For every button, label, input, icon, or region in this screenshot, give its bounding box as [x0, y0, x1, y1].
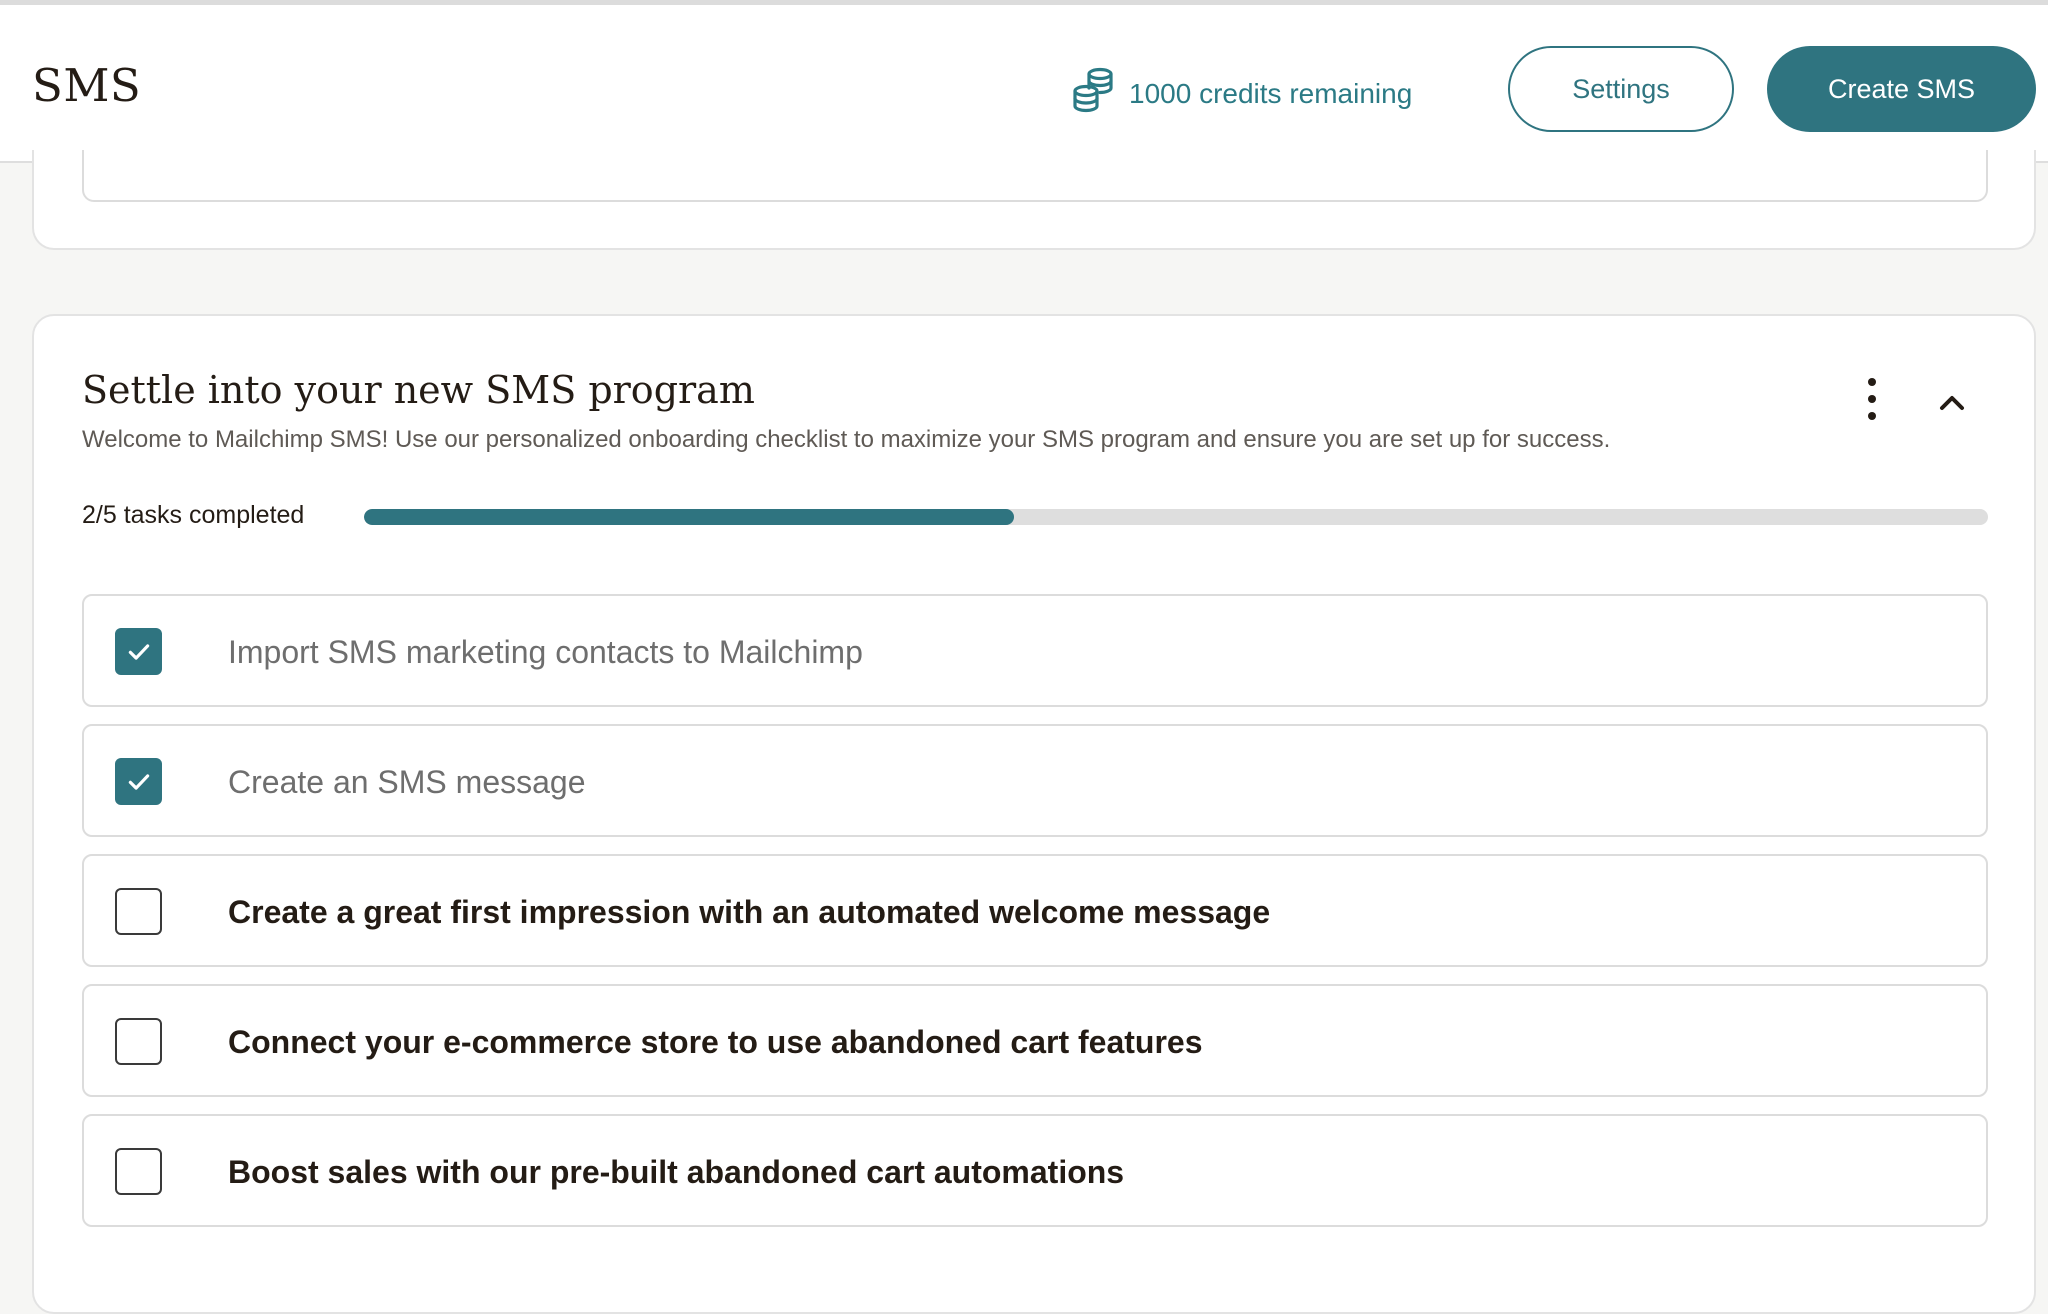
checkmark-icon — [124, 637, 154, 667]
progress-bar-fill — [364, 509, 1014, 525]
onboarding-description: Welcome to Mailchimp SMS! Use our person… — [82, 426, 1611, 453]
task-item-create-message[interactable]: Create an SMS message — [82, 724, 1988, 837]
task-item-welcome-message[interactable]: Create a great first impression with an … — [82, 854, 1988, 967]
task-checkbox[interactable] — [115, 628, 162, 675]
credits-indicator: 1000 credits remaining — [1071, 66, 1412, 121]
task-label: Boost sales with our pre-built abandoned… — [228, 1154, 1125, 1190]
progress-bar — [364, 509, 1988, 525]
checkmark-icon — [124, 767, 154, 797]
onboarding-title: Settle into your new SMS program — [82, 368, 755, 412]
task-checkbox[interactable] — [115, 888, 162, 935]
task-checkbox[interactable] — [115, 1148, 162, 1195]
credits-text: 1000 credits remaining — [1129, 77, 1413, 109]
task-checkbox[interactable] — [115, 1018, 162, 1065]
task-checkbox[interactable] — [115, 758, 162, 805]
page-title: SMS — [32, 59, 142, 112]
previous-card-inner-box — [82, 150, 1988, 202]
create-sms-button[interactable]: Create SMS — [1767, 46, 2036, 132]
chevron-up-icon[interactable] — [1932, 384, 1972, 420]
settings-button[interactable]: Settings — [1508, 46, 1734, 132]
page-header: SMS 1000 credits remaining Settings Crea… — [0, 5, 2048, 163]
task-label: Import SMS marketing contacts to Mailchi… — [228, 634, 863, 670]
previous-card — [32, 150, 2036, 250]
task-label: Create an SMS message — [228, 764, 586, 800]
task-label: Create a great first impression with an … — [228, 894, 1271, 930]
onboarding-card: Settle into your new SMS program Welcome… — [32, 314, 2036, 1314]
more-vertical-icon[interactable] — [1854, 374, 1890, 424]
coins-stack-icon — [1071, 66, 1115, 121]
progress-label: 2/5 tasks completed — [82, 501, 305, 529]
task-item-cart-automations[interactable]: Boost sales with our pre-built abandoned… — [82, 1114, 1988, 1227]
task-item-import-contacts[interactable]: Import SMS marketing contacts to Mailchi… — [82, 594, 1988, 707]
task-label: Connect your e-commerce store to use aba… — [228, 1024, 1203, 1060]
task-item-connect-store[interactable]: Connect your e-commerce store to use aba… — [82, 984, 1988, 1097]
